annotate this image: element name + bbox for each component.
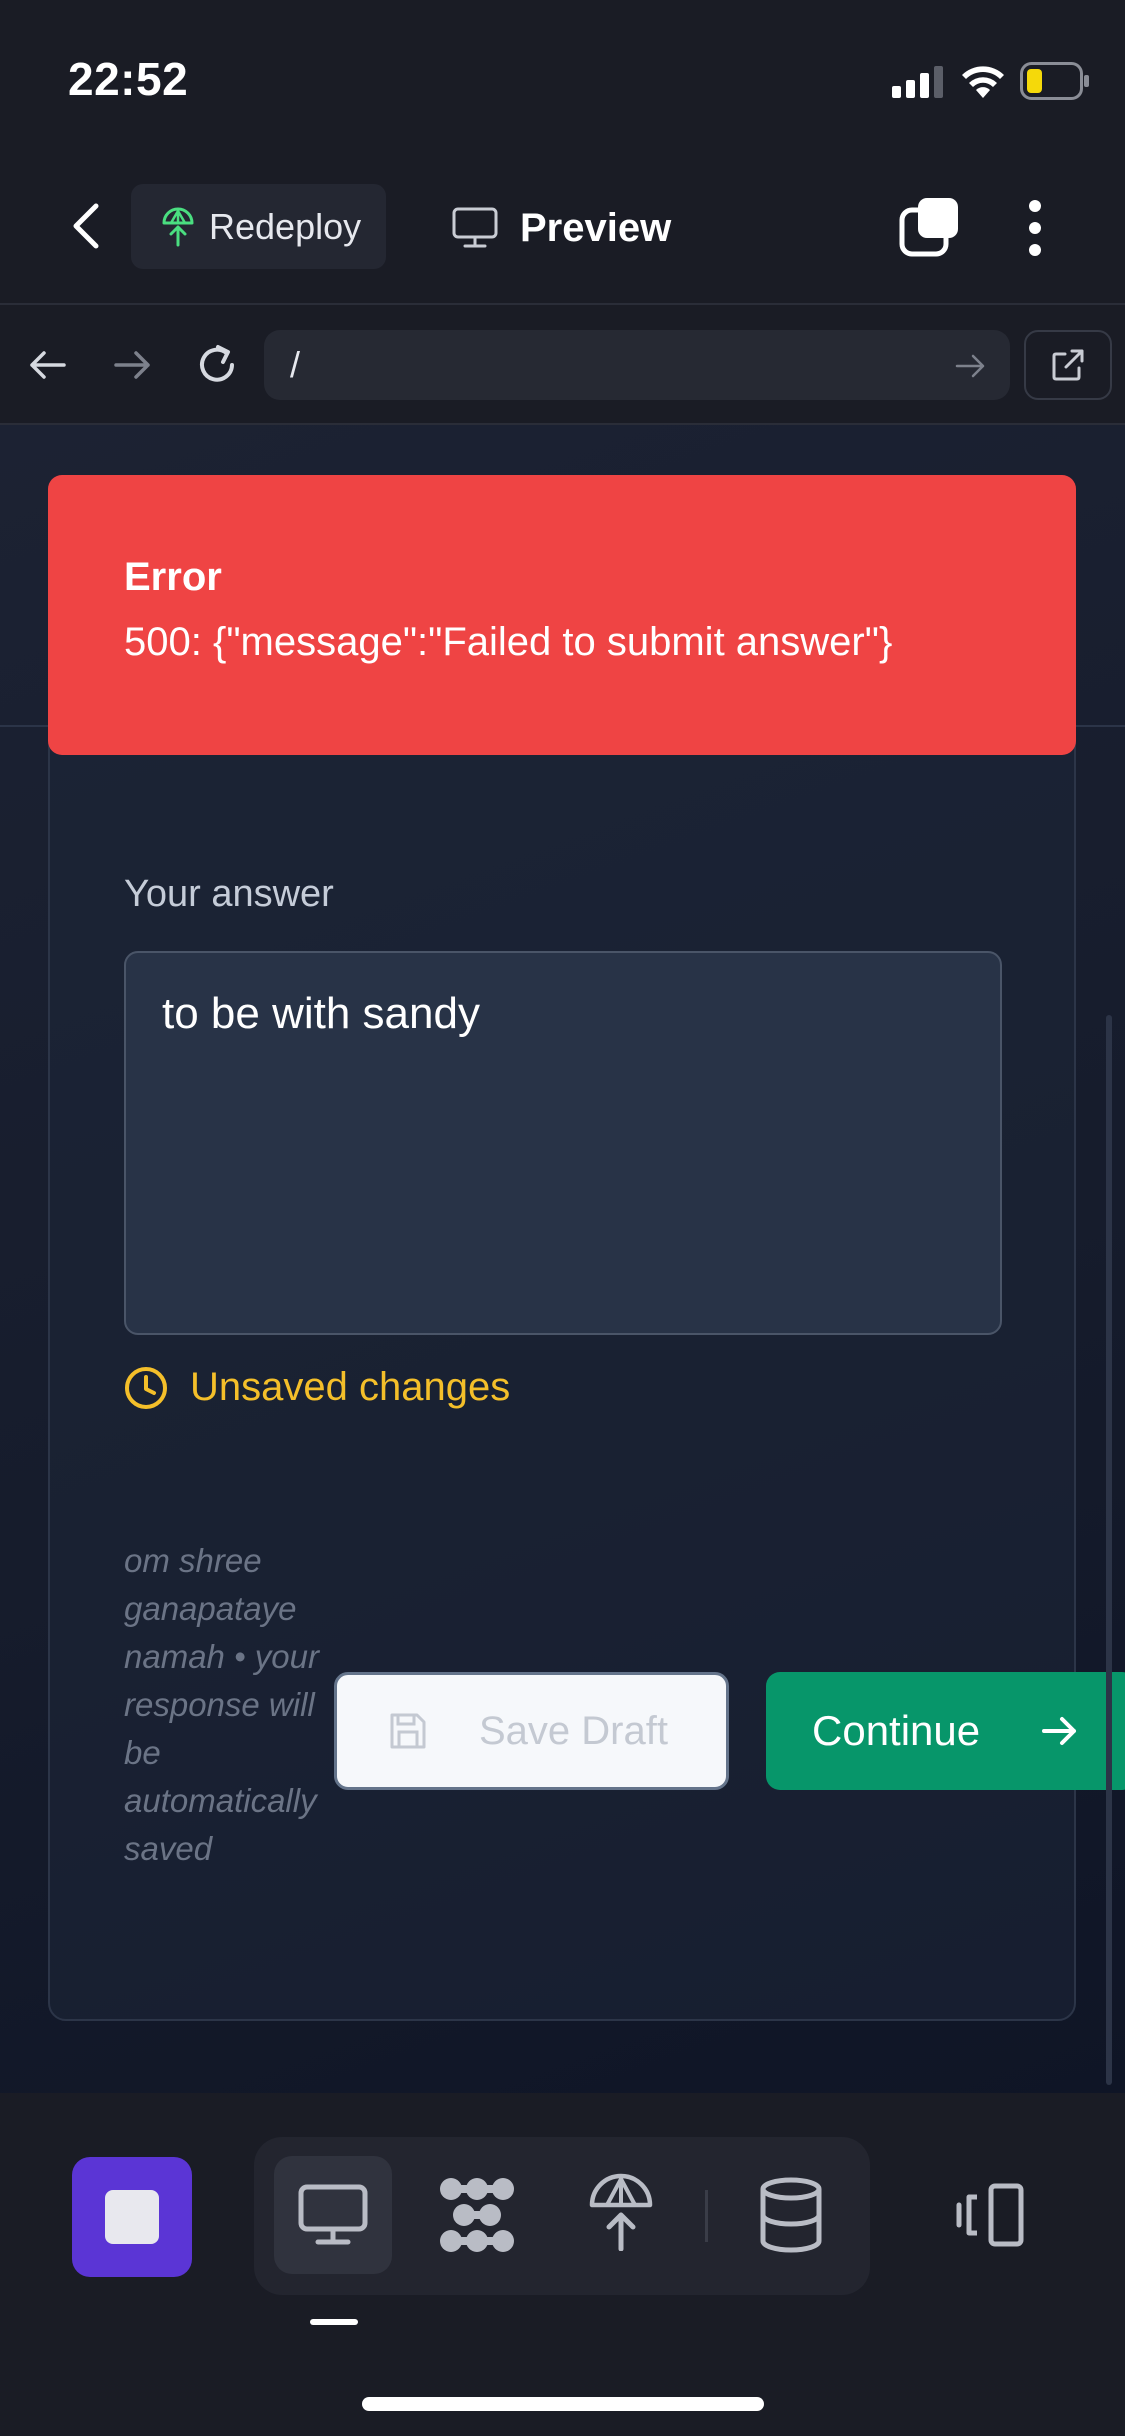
error-title: Error	[124, 555, 222, 599]
battery-icon	[1020, 62, 1089, 100]
preview-tab[interactable]: Preview	[452, 200, 671, 256]
dock-preview-tab[interactable]	[274, 2156, 392, 2274]
error-toast: Error 500: {"message":"Failed to submit …	[48, 475, 1076, 755]
tabs-icon[interactable]	[898, 196, 960, 258]
back-chevron-icon[interactable]	[68, 202, 104, 250]
external-link-icon	[1052, 349, 1084, 381]
reload-icon[interactable]	[194, 342, 240, 388]
wifi-icon	[962, 66, 1004, 98]
save-draft-button[interactable]: Save Draft	[334, 1672, 729, 1790]
dock-database-tab[interactable]	[752, 2176, 830, 2254]
url-go-icon[interactable]	[954, 350, 986, 382]
more-icon[interactable]	[1022, 198, 1048, 258]
nav-forward-icon[interactable]	[112, 345, 152, 385]
signal-icon	[892, 66, 943, 98]
deploy-icon	[589, 2173, 653, 2251]
toolbar-divider	[0, 303, 1125, 305]
open-external-button[interactable]	[1024, 330, 1112, 400]
arrow-right-icon	[1042, 1717, 1077, 1745]
stop-button[interactable]	[72, 2157, 192, 2277]
redeploy-button[interactable]: Redeploy	[131, 184, 386, 269]
url-value: /	[290, 344, 301, 385]
unsaved-status: Unsaved changes	[124, 1365, 510, 1410]
save-icon	[390, 1713, 426, 1749]
dock-nodes-tab[interactable]	[438, 2176, 516, 2254]
status-time: 22:52	[68, 53, 189, 105]
url-input[interactable]: /	[264, 330, 1010, 400]
autosave-note: om shree ganapataye namah • your respons…	[124, 1542, 319, 1867]
continue-button[interactable]: Continue	[766, 1672, 1125, 1790]
dock-separator	[705, 2190, 708, 2242]
answer-label: Your answer	[124, 873, 334, 915]
home-indicator[interactable]	[362, 2397, 764, 2411]
unsaved-text: Unsaved changes	[190, 1365, 511, 1409]
save-draft-label: Save Draft	[479, 1708, 668, 1753]
monitor-icon	[298, 2184, 368, 2245]
monitor-icon	[452, 207, 498, 248]
dock-deploy-tab[interactable]	[582, 2173, 660, 2251]
active-tab-indicator	[310, 2319, 358, 2325]
answer-textarea[interactable]: to be with sandy	[124, 951, 1002, 1335]
nav-back-icon[interactable]	[28, 345, 68, 385]
redeploy-label: Redeploy	[209, 205, 362, 247]
device-switch-button[interactable]	[952, 2176, 1030, 2254]
preview-label: Preview	[520, 205, 672, 250]
continue-label: Continue	[812, 1707, 981, 1754]
deploy-icon	[162, 207, 194, 246]
error-message: 500: {"message":"Failed to submit answer…	[124, 620, 893, 664]
nodes-icon	[440, 2178, 514, 2252]
scrollbar[interactable]	[1106, 1015, 1112, 2085]
device-switch-icon	[956, 2183, 1024, 2247]
stop-icon	[105, 2190, 159, 2244]
clock-icon	[125, 1366, 167, 1409]
database-icon	[760, 2177, 822, 2253]
